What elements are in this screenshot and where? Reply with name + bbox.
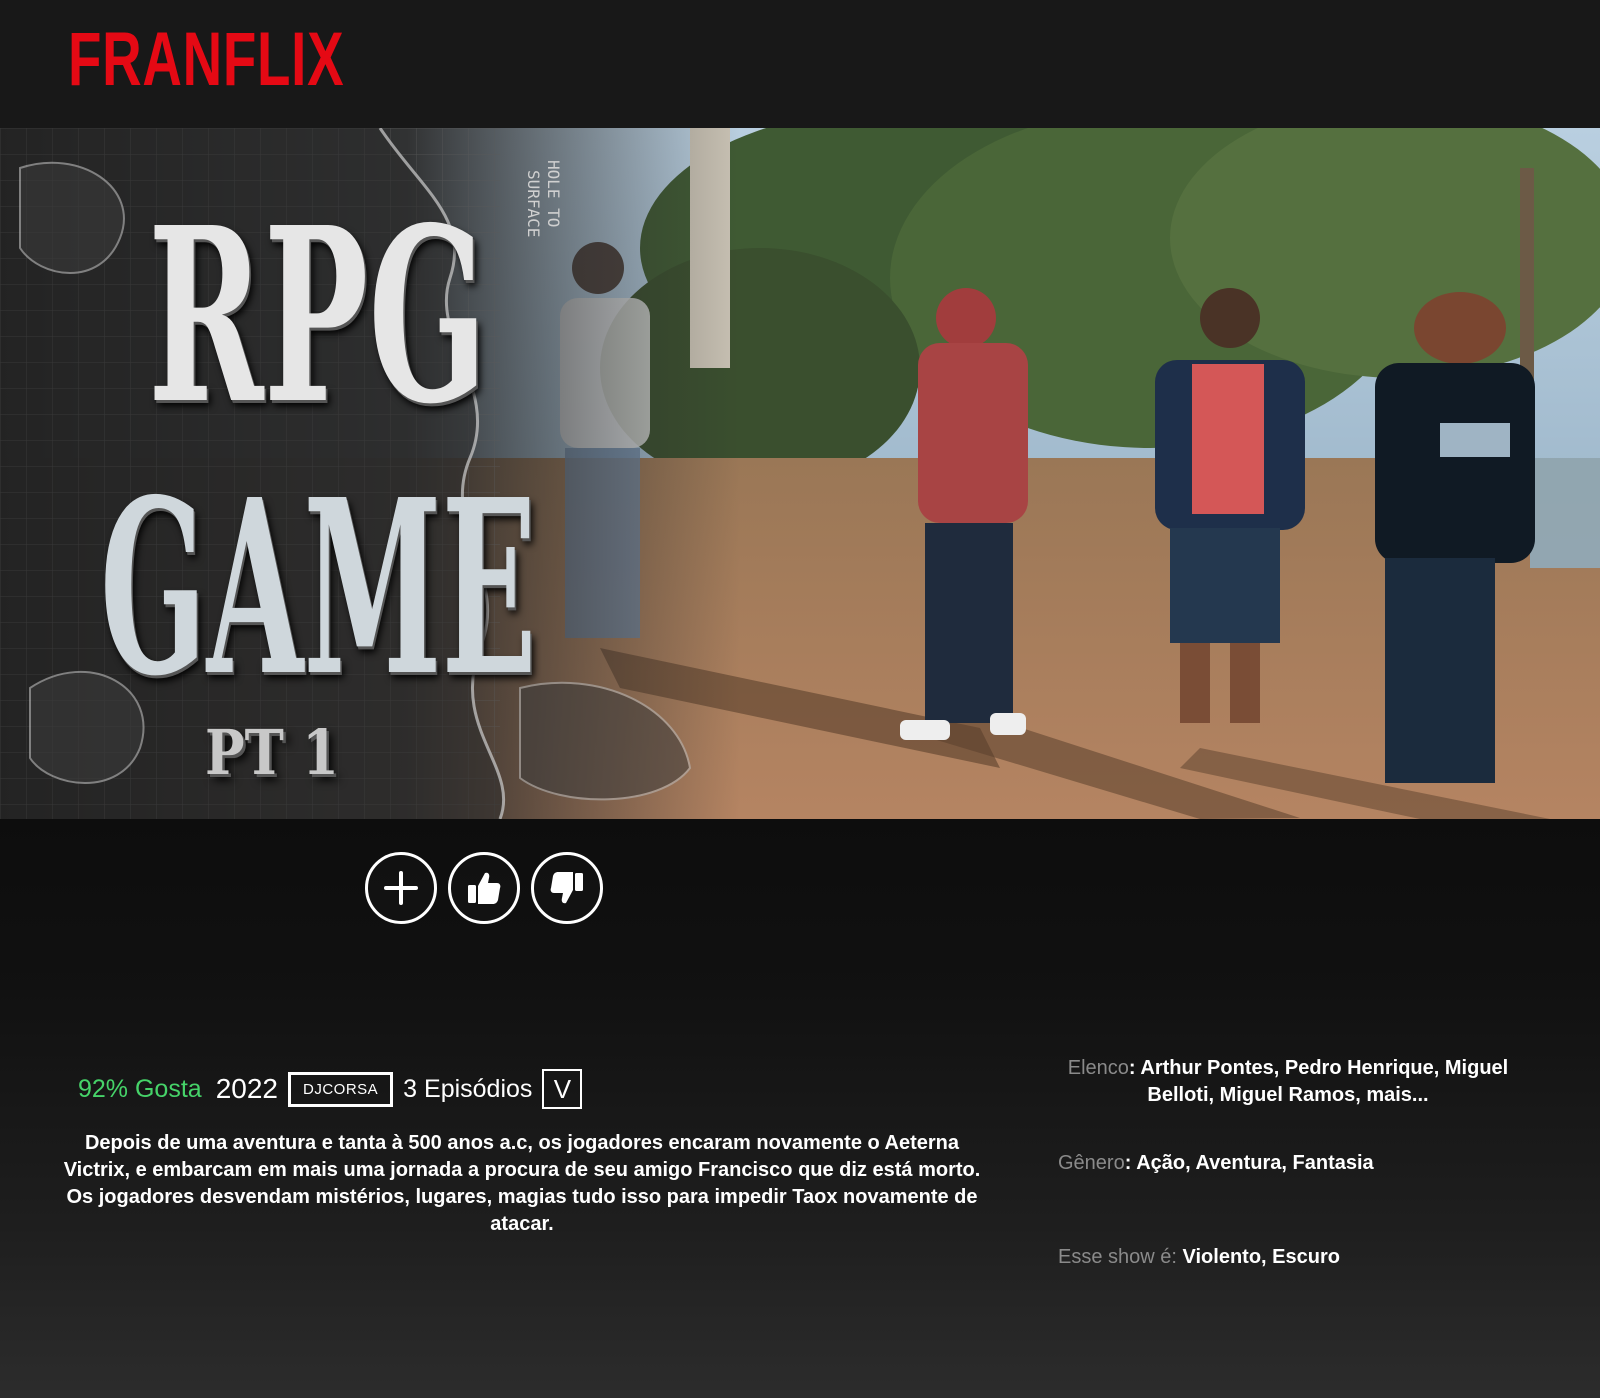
match-score: 92% Gosta bbox=[78, 1074, 202, 1103]
show-tags-info: Esse show é: Violento, Escuro bbox=[1058, 1244, 1340, 1271]
action-buttons bbox=[365, 852, 603, 924]
cast-list[interactable]: : Arthur Pontes, Pedro Henrique, Miguel … bbox=[1129, 1057, 1508, 1106]
dislike-button[interactable] bbox=[531, 852, 603, 924]
title-part: PT 1 bbox=[205, 716, 339, 789]
cast-info: Elenco: Arthur Pontes, Pedro Henrique, M… bbox=[1058, 1055, 1518, 1109]
hero-banner: HOLE TO SURFACE RPG GAME PT 1 bbox=[0, 128, 1600, 819]
thumbs-down-icon bbox=[550, 872, 583, 904]
brand-logo[interactable]: FRANFLIX bbox=[68, 22, 344, 98]
top-navbar: FRANFLIX bbox=[0, 0, 1600, 128]
show-tags-list[interactable]: Violento, Escuro bbox=[1177, 1246, 1340, 1268]
show-description: Depois de uma aventura e tanta à 500 ano… bbox=[63, 1132, 981, 1235]
show-meta-row: 92% Gosta 2022 DJCORSA 3 Episódios V bbox=[78, 1068, 583, 1110]
genre-label: Gênero bbox=[1058, 1152, 1125, 1174]
expand-episodes-button[interactable]: V bbox=[542, 1069, 583, 1109]
show-title-art: RPG GAME PT 1 bbox=[0, 128, 720, 819]
plus-icon bbox=[384, 871, 418, 905]
thumbs-up-icon bbox=[468, 872, 501, 904]
title-line-rpg: RPG bbox=[148, 175, 488, 457]
maturity-badge: DJCORSA bbox=[287, 1071, 394, 1107]
genre-info: Gênero: Ação, Aventura, Fantasia bbox=[1058, 1150, 1374, 1177]
title-line-game: GAME bbox=[100, 447, 537, 729]
show-tags-label: Esse show é: bbox=[1058, 1246, 1177, 1268]
release-year: 2022 bbox=[215, 1073, 278, 1104]
like-button[interactable] bbox=[448, 852, 520, 924]
genre-list[interactable]: : Ação, Aventura, Fantasia bbox=[1125, 1152, 1374, 1174]
cast-label: Elenco bbox=[1067, 1057, 1129, 1079]
episode-count: 3 Episódios bbox=[403, 1074, 533, 1103]
add-to-list-button[interactable] bbox=[365, 852, 437, 924]
